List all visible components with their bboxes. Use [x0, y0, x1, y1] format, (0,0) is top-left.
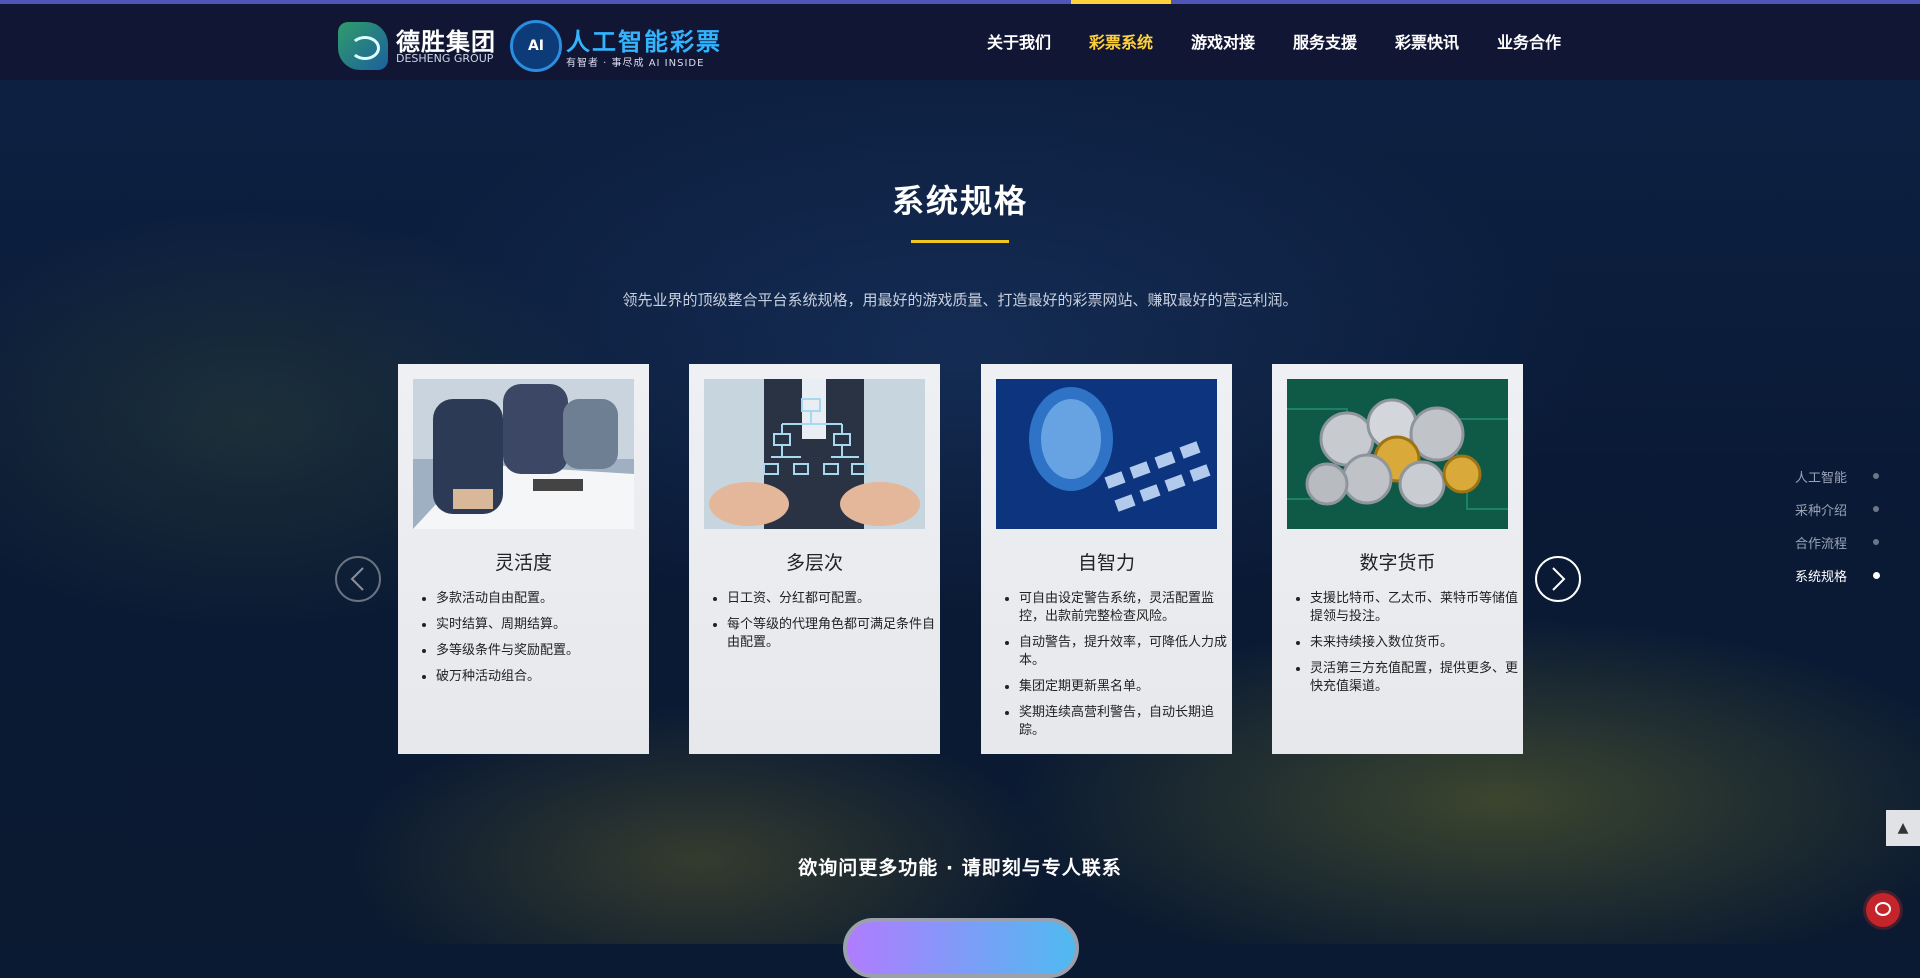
card-image-hierarchy-hands — [704, 379, 925, 529]
nav-lottery-system[interactable]: 彩票系统 — [1070, 0, 1172, 80]
chevron-left-icon — [350, 567, 364, 591]
card-title: 数字货币 — [1359, 552, 1436, 574]
logo-en-name: DESHENG GROUP — [396, 52, 494, 65]
sidenav-dot-icon — [1873, 473, 1879, 479]
sidenav-dot-icon — [1873, 506, 1879, 512]
main-nav: 关于我们 彩票系统 游戏对接 服务支援 彩票快讯 业务合作 — [968, 0, 1580, 80]
spec-card-digital-currency[interactable]: 数字货币 支援比特币、乙太币、莱特币等储值提领与投注。 未来持续接入数位货币。 … — [1272, 364, 1523, 754]
list-item: 可自由设定警告系统，灵活配置监控，出款前完整检查风险。 — [1019, 590, 1239, 626]
section-subtitle: 领先业界的顶级整合平台系统规格，用最好的游戏质量、打造最好的彩票网站、赚取最好的… — [622, 291, 1298, 309]
list-item: 未来持续接入数位货币。 — [1310, 634, 1530, 652]
list-item: 多款活动自由配置。 — [436, 590, 656, 608]
sidenav-label: 人工智能 — [1795, 471, 1848, 486]
carousel-next-button[interactable] — [1535, 556, 1581, 602]
sidenav-dot-icon — [1873, 539, 1879, 545]
spec-card-intelligence[interactable]: 自智力 可自由设定警告系统，灵活配置监控，出款前完整检查风险。 自动警告，提升效… — [981, 364, 1232, 754]
list-item: 每个等级的代理角色都可满足条件自由配置。 — [727, 616, 947, 652]
list-item: 灵活第三方充值配置，提供更多、更快充值渠道。 — [1310, 660, 1530, 696]
nav-game-integration[interactable]: 游戏对接 — [1172, 4, 1274, 80]
ai-logo-slogan: 有智者 · 事尽成 AI INSIDE — [566, 58, 705, 69]
list-item: 破万种活动组合。 — [436, 668, 656, 686]
card-feature-list: 多款活动自由配置。 实时结算、周期结算。 多等级条件与奖励配置。 破万种活动组合… — [414, 590, 656, 694]
nav-business-cooperation[interactable]: 业务合作 — [1478, 4, 1580, 80]
nav-about[interactable]: 关于我们 — [968, 4, 1070, 80]
list-item: 实时结算、周期结算。 — [436, 616, 656, 634]
chevron-right-icon — [1552, 567, 1566, 591]
spec-card-multilevel[interactable]: 多层次 日工资、分红都可配置。 每个等级的代理角色都可满足条件自由配置。 — [689, 364, 940, 754]
card-title: 多层次 — [785, 552, 843, 574]
card-title: 灵活度 — [494, 552, 552, 574]
nav-service-support[interactable]: 服务支援 — [1274, 4, 1376, 80]
sidenav-label: 采种介绍 — [1795, 504, 1848, 519]
ai-lottery-logo[interactable]: AI 人工智能彩票 有智者 · 事尽成 AI INSIDE — [508, 18, 738, 72]
carousel-prev-button[interactable] — [335, 556, 381, 602]
list-item: 集团定期更新黑名单。 — [1019, 678, 1239, 696]
list-item: 日工资、分红都可配置。 — [727, 590, 947, 608]
card-feature-list: 可自由设定警告系统，灵活配置监控，出款前完整检查风险。 自动警告，提升效率，可降… — [997, 590, 1239, 748]
card-image-crypto-coins — [1287, 379, 1508, 529]
contact-prompt: 欲询问更多功能 · 请即刻与专人联系 — [798, 857, 1122, 879]
background — [0, 0, 1920, 944]
section-title: 系统规格 — [891, 182, 1028, 220]
desheng-logo[interactable]: 德胜集团 DESHENG GROUP — [338, 18, 495, 72]
sidenav-dot-icon — [1873, 572, 1880, 579]
sidenav-item-ai[interactable]: 人工智能 — [1795, 467, 1895, 500]
back-to-top-button[interactable]: ▲ — [1886, 810, 1920, 846]
card-feature-list: 支援比特币、乙太币、莱特币等储值提领与投注。 未来持续接入数位货币。 灵活第三方… — [1288, 590, 1530, 704]
ai-logo-title: 人工智能彩票 — [566, 28, 722, 56]
list-item: 自动警告，提升效率，可降低人力成本。 — [1019, 634, 1239, 670]
sidenav-label: 合作流程 — [1795, 537, 1848, 552]
sidenav-item-lottery-types[interactable]: 采种介绍 — [1795, 500, 1895, 533]
spec-card-flexibility[interactable]: 灵活度 多款活动自由配置。 实时结算、周期结算。 多等级条件与奖励配置。 破万种… — [398, 364, 649, 754]
list-item: 多等级条件与奖励配置。 — [436, 642, 656, 660]
chat-icon[interactable] — [1866, 893, 1900, 927]
list-item: 奖期连续高营利警告，自动长期追踪。 — [1019, 704, 1239, 740]
sidenav-item-system-specs[interactable]: 系统规格 — [1795, 566, 1895, 599]
nav-lottery-news[interactable]: 彩票快讯 — [1376, 4, 1478, 80]
desheng-emblem-icon — [338, 22, 388, 70]
card-image-ai-head-keyboard — [996, 379, 1217, 529]
ai-robot-icon: AI — [510, 20, 562, 72]
card-image-business-meeting — [413, 379, 634, 529]
sidenav-item-cooperation-process[interactable]: 合作流程 — [1795, 533, 1895, 566]
list-item: 支援比特币、乙太币、莱特币等储值提领与投注。 — [1310, 590, 1530, 626]
contact-button[interactable] — [843, 918, 1079, 978]
section-side-nav: 人工智能 采种介绍 合作流程 系统规格 — [1795, 467, 1895, 599]
sidenav-label: 系统规格 — [1795, 570, 1848, 585]
card-feature-list: 日工资、分红都可配置。 每个等级的代理角色都可满足条件自由配置。 — [705, 590, 947, 660]
site-header: 德胜集团 DESHENG GROUP AI 人工智能彩票 有智者 · 事尽成 A… — [0, 0, 1920, 80]
card-title: 自智力 — [1077, 552, 1135, 574]
title-underline — [911, 240, 1009, 243]
